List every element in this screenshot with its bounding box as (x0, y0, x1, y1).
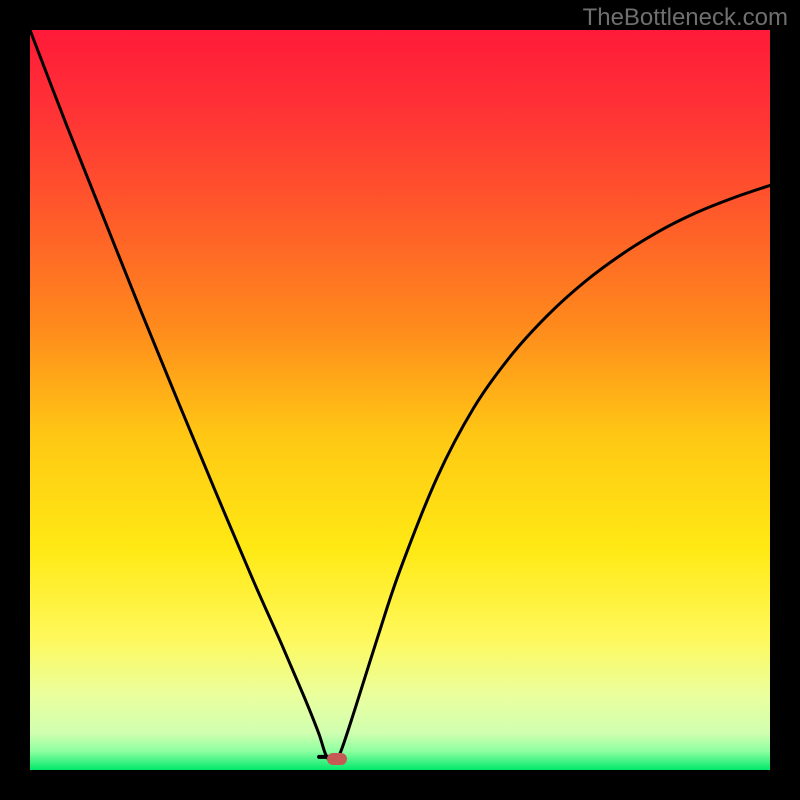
chart-svg (30, 30, 770, 770)
gradient-background (30, 30, 770, 770)
watermark-text: TheBottleneck.com (583, 4, 788, 32)
plot-area (30, 30, 770, 770)
minimum-marker (327, 753, 347, 765)
figure-root: TheBottleneck.com (0, 0, 800, 800)
